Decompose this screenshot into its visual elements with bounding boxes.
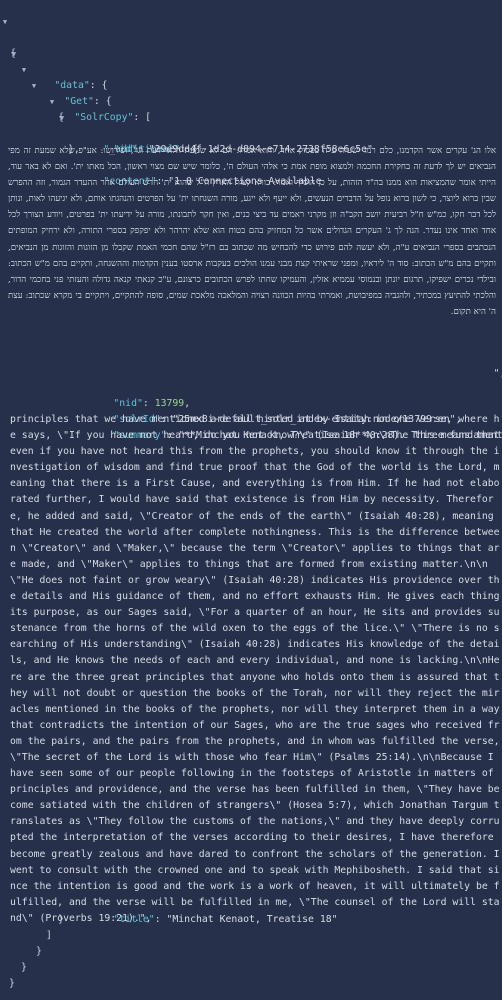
json-line: ▼ { — [0, 78, 502, 123]
json-line: ▼ "_additional": { — [0, 94, 502, 155]
json-line: } — [21, 962, 27, 974]
json-line: ▼ "SolrCopy": [ — [0, 62, 502, 123]
json-line: "summary": "**Minchat Kenaot, Treatise 1… — [0, 396, 502, 441]
json-line: } — [9, 978, 15, 990]
json-viewer: ▼ { ▼ "data": { ▼ "Get": { ▼ "SolrCopy":… — [0, 0, 502, 1000]
json-line: ▼ "Get": { — [0, 46, 502, 107]
summary-text: principles that we have mentioned are al… — [10, 414, 500, 924]
collapse-caret-icon[interactable]: ▼ — [0, 14, 10, 30]
json-line: } — [36, 946, 42, 958]
json-line: "id": "29e9dd4f-1d2d-d894-e714-2738f58e6… — [113, 144, 373, 156]
json-line: "solrId": "25mx8i-default_solr_index-ent… — [113, 414, 462, 426]
json-line: ▼ "data": { — [0, 30, 502, 91]
json-line: } — [58, 914, 64, 926]
json-line: "nid": 13799, — [113, 398, 191, 410]
json-line: ] — [46, 930, 52, 942]
json-line: "title": "Minchat Kenaot, Treatise 18" — [113, 914, 338, 926]
json-line: ▼ { — [0, 14, 502, 59]
json-line: }, — [68, 144, 80, 156]
content-hebrew-text: אלו הג' עקרים אשר הקדמנו, כלם רמז ישעיה … — [5, 146, 496, 317]
